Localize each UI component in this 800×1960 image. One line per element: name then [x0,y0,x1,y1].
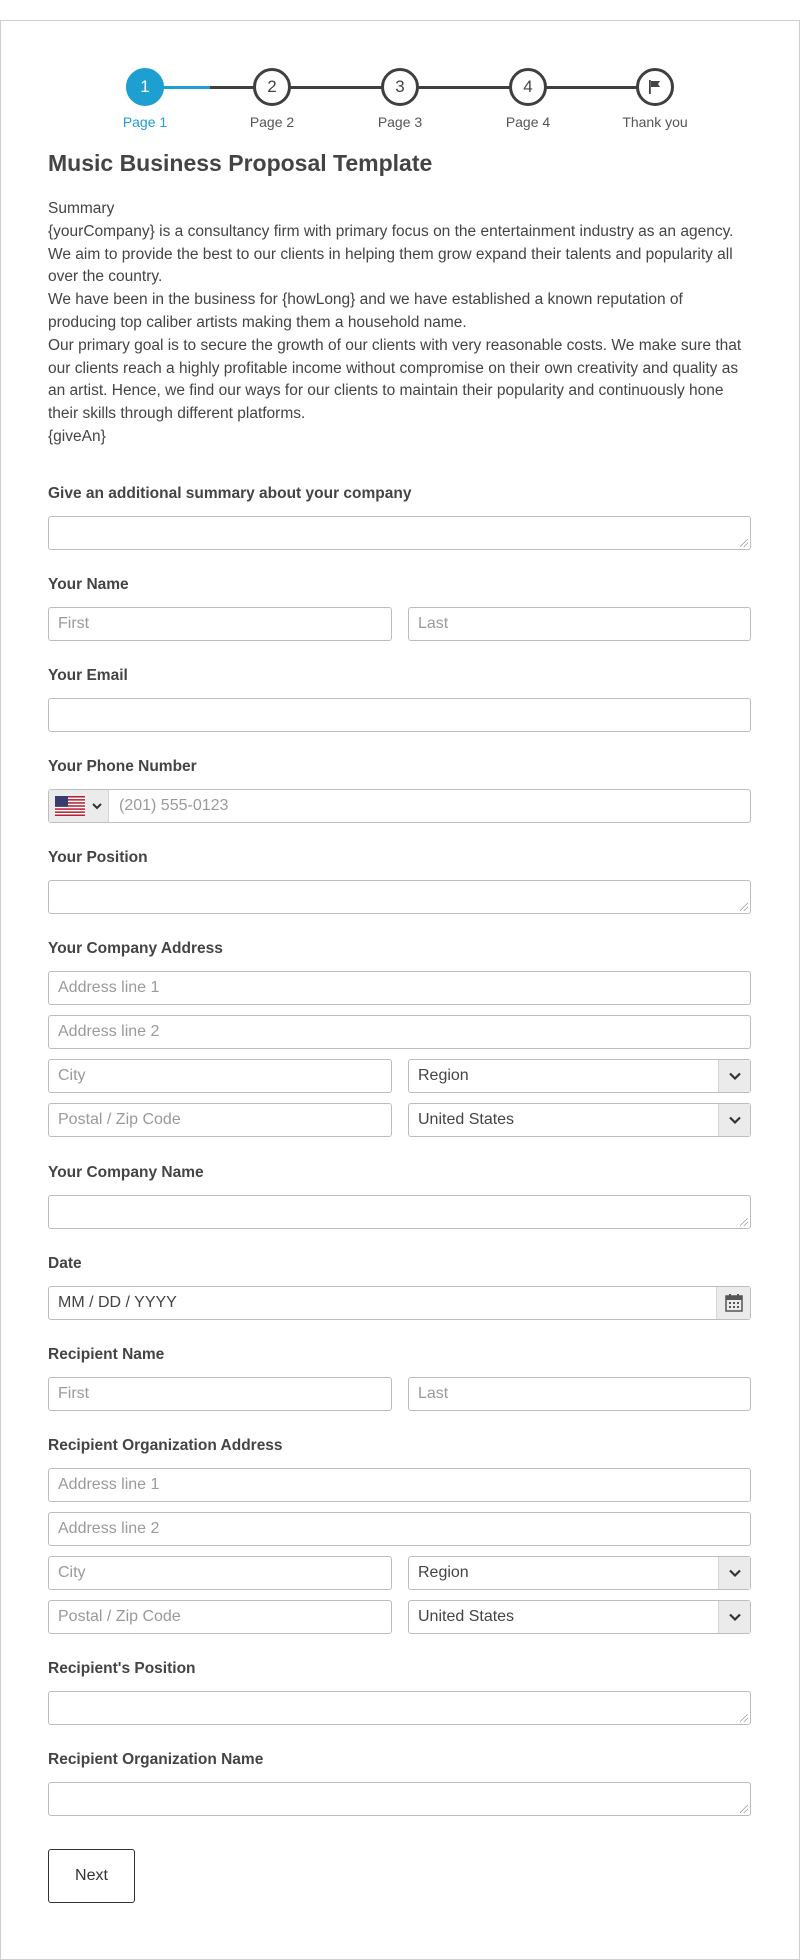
recipient-postal-input[interactable]: Postal / Zip Code [48,1600,392,1634]
your-name-label: Your Name [48,576,129,593]
recipient-country-select[interactable]: United States [408,1600,751,1634]
company-address-line1-input[interactable]: Address line 1 [48,971,751,1005]
company-address-line2-input[interactable]: Address line 2 [48,1015,751,1049]
select-value: Region [418,1067,469,1084]
chevron-down-icon [728,1116,741,1125]
placeholder-text: Address line 1 [58,979,160,996]
company-region-select[interactable]: Region [408,1059,751,1093]
select-arrow [718,1104,750,1136]
recipient-address-line2-input[interactable]: Address line 2 [48,1512,751,1546]
page-title: Music Business Proposal Template [48,150,433,176]
company-name-textarea[interactable] [48,1195,751,1229]
recipient-org-name-textarea[interactable] [48,1782,751,1816]
select-value: Region [418,1564,469,1581]
step-circle: 3 [381,68,419,106]
your-email-input[interactable] [48,698,751,732]
resize-handle-icon [740,1218,748,1226]
your-phone-label: Your Phone Number [48,758,197,775]
recipient-last-name-input[interactable]: Last [408,1377,751,1411]
placeholder-text: Address line 2 [58,1023,160,1040]
company-name-label: Your Company Name [48,1164,204,1181]
date-placeholder: MM / DD / YYYY [58,1294,177,1311]
recipient-address-line1-input[interactable]: Address line 1 [48,1468,751,1502]
additional-summary-label: Give an additional summary about your co… [48,485,412,502]
step-label: Page 4 [505,114,551,130]
calendar-icon [724,1294,743,1312]
flag-icon [649,80,660,94]
placeholder-text: City [58,1564,86,1581]
placeholder-text: Postal / Zip Code [58,1608,181,1625]
placeholder-text: (201) 555-0123 [119,797,229,814]
progress-stepper: 1 Page 1 2 Page 2 3 Page 3 4 Page 4 Than… [0,0,800,140]
your-position-textarea[interactable] [48,880,751,914]
placeholder-text: Address line 1 [58,1476,160,1493]
placeholder-text: Last [418,615,449,632]
company-country-select[interactable]: United States [408,1103,751,1137]
date-label: Date [48,1255,82,1272]
select-arrow [718,1060,750,1092]
recipient-city-input[interactable]: City [48,1556,392,1590]
summary-text: Summary {yourCompany} is a consultancy f… [48,198,754,449]
summary-paragraph: We have been in the business for {howLon… [48,291,683,331]
recipient-first-name-input[interactable]: First [48,1377,392,1411]
step-page-3[interactable]: 3 Page 3 [345,68,455,130]
step-circle: 2 [253,68,291,106]
select-value: United States [418,1608,515,1625]
summary-paragraph: Our primary goal is to secure the growth… [48,336,742,423]
company-address-label: Your Company Address [48,940,223,957]
chevron-down-icon [728,1613,741,1622]
chevron-down-icon [92,803,102,810]
chevron-down-icon [728,1569,741,1578]
resize-handle-icon [740,1714,748,1722]
your-position-label: Your Position [48,849,148,866]
your-last-name-input[interactable]: Last [408,607,751,641]
step-label: Page 1 [122,114,168,130]
resize-handle-icon [740,903,748,911]
recipient-position-textarea[interactable] [48,1691,751,1725]
placeholder-text: First [58,615,90,632]
your-first-name-input[interactable]: First [48,607,392,641]
placeholder-text: Address line 2 [58,1520,160,1537]
placeholder-text: First [58,1385,90,1402]
summary-paragraph: {yourCompany} is a consultancy firm with… [48,222,734,286]
us-flag-icon [55,796,85,816]
country-code-select[interactable] [49,790,109,822]
placeholder-text: City [58,1067,86,1084]
recipient-org-name-label: Recipient Organization Name [48,1751,264,1768]
chevron-down-icon [728,1072,741,1081]
calendar-button[interactable] [716,1287,750,1319]
your-phone-input[interactable]: (201) 555-0123 [48,789,751,823]
step-circle: 4 [509,68,547,106]
summary-heading: Summary [48,200,115,217]
step-label: Page 3 [377,114,423,130]
select-value: United States [418,1111,515,1128]
additional-summary-textarea[interactable] [48,516,751,550]
placeholder-text: Postal / Zip Code [58,1111,181,1128]
next-button[interactable]: Next [48,1849,135,1903]
step-page-2[interactable]: 2 Page 2 [217,68,327,130]
step-page-4[interactable]: 4 Page 4 [473,68,583,130]
step-page-1[interactable]: 1 Page 1 [90,68,200,130]
recipient-address-label: Recipient Organization Address [48,1437,283,1454]
recipient-position-label: Recipient's Position [48,1660,196,1677]
resize-handle-icon [740,539,748,547]
resize-handle-icon [740,1805,748,1813]
your-email-label: Your Email [48,667,128,684]
step-label: Thank you [622,114,688,130]
date-input[interactable]: MM / DD / YYYY [48,1286,751,1320]
recipient-region-select[interactable]: Region [408,1556,751,1590]
step-label: Page 2 [249,114,295,130]
recipient-name-label: Recipient Name [48,1346,165,1363]
select-arrow [718,1601,750,1633]
summary-paragraph: {giveAn} [48,427,106,445]
step-circle [636,68,674,106]
company-postal-input[interactable]: Postal / Zip Code [48,1103,392,1137]
placeholder-text: Last [418,1385,449,1402]
company-city-input[interactable]: City [48,1059,392,1093]
select-arrow [718,1557,750,1589]
step-circle: 1 [126,68,164,106]
step-thank-you[interactable]: Thank you [600,68,710,130]
